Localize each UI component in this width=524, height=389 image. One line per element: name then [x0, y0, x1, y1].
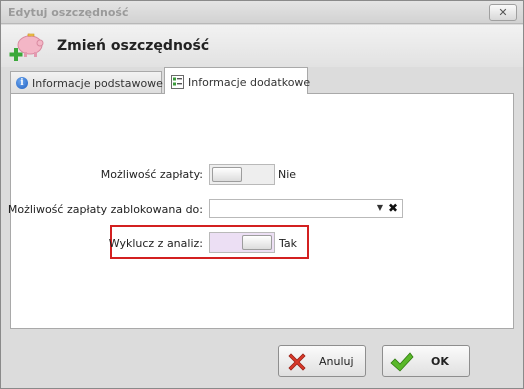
exclude-analysis-toggle[interactable]	[209, 232, 275, 253]
toggle-knob	[242, 235, 272, 250]
info-icon: i	[16, 77, 28, 89]
exclude-analysis-state: Tak	[279, 237, 298, 250]
payment-blocked-label: Możliwość zapłaty zablokowana do:	[7, 203, 203, 216]
clear-icon[interactable]: ✖	[388, 201, 398, 215]
dialog-window: Edytuj oszczędność ✕ Zmień oszczędność i…	[0, 0, 524, 389]
payment-possible-label: Możliwość zapłaty:	[100, 168, 203, 181]
tab-additional-info[interactable]: Informacje dodatkowe	[164, 67, 311, 94]
close-button[interactable]: ✕	[489, 4, 517, 21]
cancel-button-label: Anuluj	[319, 355, 354, 368]
ok-button-label: OK	[431, 355, 449, 368]
title-bar[interactable]: Edytuj oszczędność ✕	[1, 1, 523, 24]
toggle-knob	[212, 167, 242, 182]
dropdown-arrow-icon[interactable]: ▼	[377, 203, 383, 212]
payment-possible-state: Nie	[278, 168, 297, 181]
tab-label: Informacje dodatkowe	[188, 76, 311, 89]
cancel-button[interactable]: Anuluj	[278, 345, 366, 377]
window-title: Edytuj oszczędność	[8, 6, 129, 19]
payment-possible-toggle[interactable]	[209, 164, 275, 185]
payment-blocked-date-field[interactable]: ▼ ✖	[209, 199, 403, 218]
checkmark-icon	[390, 352, 414, 372]
ok-button[interactable]: OK	[382, 345, 470, 377]
piggy-bank-add-icon	[9, 33, 44, 61]
form-icon	[171, 75, 184, 89]
dialog-header: Zmień oszczędność	[1, 25, 523, 67]
close-icon: ✕	[498, 6, 508, 19]
tab-basic-info[interactable]: i Informacje podstawowe	[10, 71, 163, 93]
page-title: Zmień oszczędność	[57, 38, 210, 54]
cancel-x-icon	[288, 353, 306, 371]
tab-label: Informacje podstawowe	[32, 77, 163, 90]
exclude-analysis-label: Wyklucz z analiz:	[108, 237, 203, 250]
